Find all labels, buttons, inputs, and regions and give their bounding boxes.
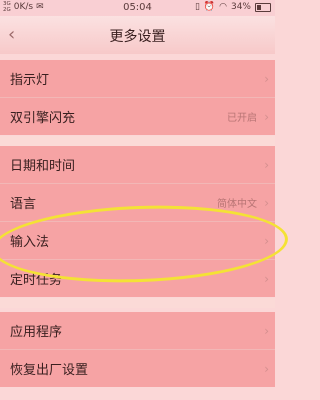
- group-gap: [0, 298, 275, 308]
- setting-label: 语言: [10, 197, 37, 212]
- settings-group-1: 指示灯 › 双引擎闪充 已开启 ›: [0, 60, 275, 135]
- status-bar: 3G 2G 0K/s ✉ 05:04 ▯ ⏰ ◠ 34%: [0, 0, 275, 16]
- chevron-right-icon: ›: [264, 109, 269, 124]
- chevron-right-icon: ›: [264, 361, 269, 376]
- battery-percent: 34%: [230, 2, 251, 12]
- setting-label: 恢复出厂设置: [10, 363, 89, 378]
- setting-label: 定时任务: [10, 273, 63, 288]
- setting-label: 指示灯: [10, 73, 50, 88]
- settings-group-3: 应用程序 › 恢复出厂设置 ›: [0, 312, 275, 387]
- chevron-right-icon: ›: [264, 271, 269, 286]
- setting-scheduled-tasks[interactable]: 定时任务 ›: [0, 260, 275, 297]
- wifi-icon: ◠: [219, 2, 227, 12]
- battery-icon: [255, 2, 271, 12]
- setting-factory-reset[interactable]: 恢复出厂设置 ›: [0, 350, 275, 387]
- alarm-icon: ⏰: [203, 2, 216, 12]
- setting-dual-engine-charge[interactable]: 双引擎闪充 已开启 ›: [0, 98, 275, 135]
- setting-label: 日期和时间: [10, 159, 76, 174]
- chevron-right-icon: ›: [264, 323, 269, 338]
- vibrate-icon: ▯: [194, 2, 200, 12]
- setting-input-method[interactable]: 输入法 ›: [0, 222, 275, 260]
- setting-date-time[interactable]: 日期和时间 ›: [0, 146, 275, 184]
- battery-fill: [257, 4, 261, 10]
- setting-applications[interactable]: 应用程序 ›: [0, 312, 275, 350]
- setting-value: 简体中文: [217, 199, 257, 210]
- setting-label: 应用程序: [10, 325, 63, 340]
- page-title: 更多设置: [109, 29, 166, 45]
- chevron-right-icon: ›: [264, 233, 269, 248]
- setting-label: 输入法: [10, 235, 50, 250]
- chevron-right-icon: ›: [264, 157, 269, 172]
- title-bar: ‹ 更多设置: [0, 16, 275, 54]
- group-gap: [0, 136, 275, 146]
- setting-label: 双引擎闪充: [10, 111, 76, 126]
- setting-indicator-light[interactable]: 指示灯 ›: [0, 60, 275, 98]
- settings-group-2: 日期和时间 › 语言 简体中文 › 输入法 › 定时任务 ›: [0, 146, 275, 297]
- setting-language[interactable]: 语言 简体中文 ›: [0, 184, 275, 222]
- chevron-right-icon: ›: [264, 71, 269, 86]
- chevron-right-icon: ›: [264, 195, 269, 210]
- status-right: ▯ ⏰ ◠ 34%: [195, 2, 271, 12]
- setting-value: 已开启: [227, 113, 257, 124]
